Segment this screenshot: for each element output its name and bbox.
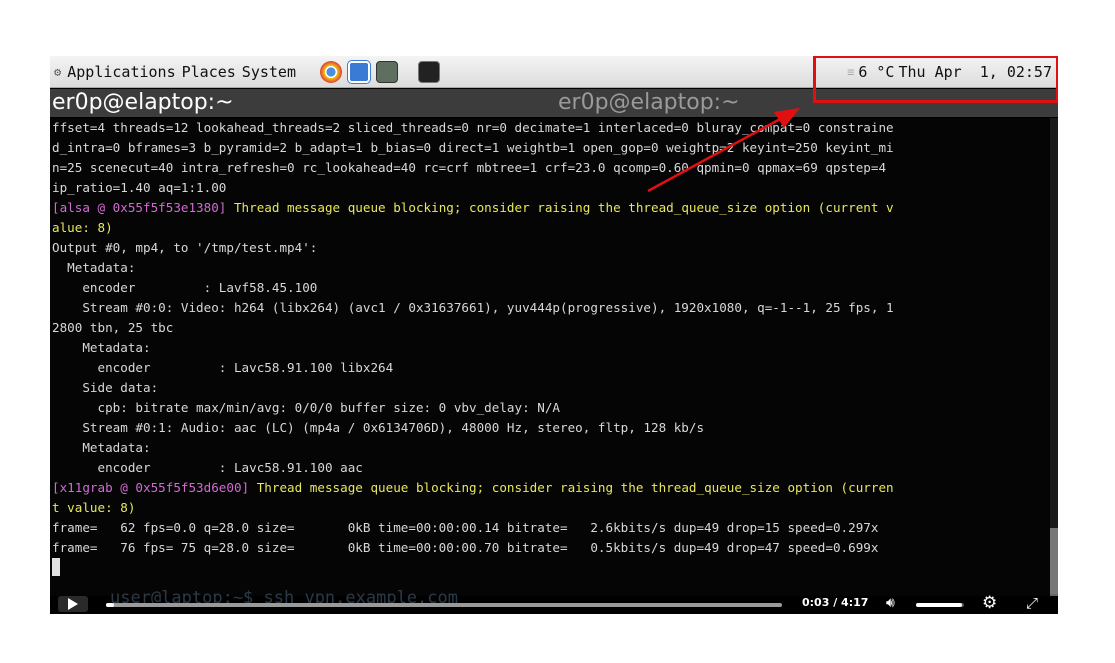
terminal-line: [alsa @ 0x55f5f53e1380] Thread message q…: [52, 198, 1058, 218]
top-panel: ⚙ Applications Places System ≡ 6 °C Thu …: [50, 56, 1058, 88]
terminal-line: alue: 8): [52, 218, 1058, 238]
play-button[interactable]: [58, 596, 88, 612]
terminal-line: frame= 62 fps=0.0 q=28.0 size= 0kB time=…: [52, 518, 1058, 538]
terminal-line-text: Side data:: [52, 380, 159, 395]
terminal-line: Side data:: [52, 378, 1058, 398]
calculator-icon[interactable]: [376, 61, 398, 83]
tab-terminal-2[interactable]: er0p@elaptop:~: [558, 89, 740, 117]
panel-launchers: [320, 61, 440, 83]
menu-applications[interactable]: Applications: [67, 63, 175, 81]
terminal-line: d_intra=0 bframes=3 b_pyramid=2 b_adapt=…: [52, 138, 1058, 158]
terminal-line-text: frame= 62 fps=0.0 q=28.0 size= 0kB time=…: [52, 520, 879, 535]
progress-bar[interactable]: [106, 603, 782, 607]
terminal-line: Metadata:: [52, 258, 1058, 278]
clock[interactable]: Thu Apr 1, 02:57: [898, 63, 1052, 81]
terminal-line: 2800 tbn, 25 tbc: [52, 318, 1058, 338]
terminal-line: Output #0, mp4, to '/tmp/test.mp4':: [52, 238, 1058, 258]
terminal-line: frame= 76 fps= 75 q=28.0 size= 0kB time=…: [52, 538, 1058, 558]
video-player-controls: user@laptop:~$ ssh vpn.example.com 0:03 …: [50, 588, 1058, 614]
volume-slider[interactable]: [916, 603, 964, 607]
terminal-prompt-line: [52, 558, 1058, 578]
terminal-line: cpb: bitrate max/min/avg: 0/0/0 buffer s…: [52, 398, 1058, 418]
panel-tray: ≡ 6 °C Thu Apr 1, 02:57: [847, 63, 1052, 81]
terminal-line-text: Metadata:: [52, 260, 136, 275]
terminal-line-text: cpb: bitrate max/min/avg: 0/0/0 buffer s…: [52, 400, 560, 415]
terminal-line: Stream #0:1: Audio: aac (LC) (mp4a / 0x6…: [52, 418, 1058, 438]
terminal-line: encoder : Lavf58.45.100: [52, 278, 1058, 298]
time-readout: 0:03 / 4:17: [802, 596, 869, 609]
terminal-icon[interactable]: [418, 61, 440, 83]
terminal-output[interactable]: ffset=4 threads=12 lookahead_threads=2 s…: [50, 118, 1058, 596]
terminal-line-text: Metadata:: [52, 340, 151, 355]
terminal-line: Metadata:: [52, 438, 1058, 458]
terminal-line-text: encoder : Lavc58.91.100 aac: [52, 460, 363, 475]
terminal-line: ffset=4 threads=12 lookahead_threads=2 s…: [52, 118, 1058, 138]
terminal-line: encoder : Lavc58.91.100 aac: [52, 458, 1058, 478]
terminal-line-text: Stream #0:1: Audio: aac (LC) (mp4a / 0x6…: [52, 420, 705, 435]
terminal-line-text: 2800 tbn, 25 tbc: [52, 320, 174, 335]
menu-places[interactable]: Places: [182, 63, 236, 81]
terminal-line-text: frame= 76 fps= 75 q=28.0 size= 0kB time=…: [52, 540, 879, 555]
terminal-line: t value: 8): [52, 498, 1058, 518]
progress-fill: [106, 603, 115, 607]
terminal-line-text: Stream #0:0: Video: h264 (libx264) (avc1…: [52, 300, 894, 315]
menu-system[interactable]: System: [242, 63, 296, 81]
tab-terminal-1[interactable]: er0p@elaptop:~: [52, 89, 234, 117]
volume-fill: [916, 603, 962, 607]
video-frame[interactable]: ⚙ Applications Places System ≡ 6 °C Thu …: [50, 56, 1058, 614]
terminal-line-text: Thread message queue blocking; consider …: [249, 480, 894, 495]
terminal-line: [x11grab @ 0x55f5f53d6e00] Thread messag…: [52, 478, 1058, 498]
settings-gear-icon[interactable]: ⚙: [982, 593, 997, 613]
fullscreen-icon[interactable]: ⤢: [1026, 594, 1038, 612]
terminal-line-text: ip_ratio=1.40 aq=1:1.00: [52, 180, 227, 195]
chrome-icon[interactable]: [320, 61, 342, 83]
terminal-line-text: ffset=4 threads=12 lookahead_threads=2 s…: [52, 120, 894, 135]
panel-menus: ⚙ Applications Places System: [54, 63, 296, 81]
scrollbar-thumb[interactable]: [1050, 528, 1058, 596]
terminal-line-text: Thread message queue blocking; consider …: [226, 200, 894, 215]
terminal-line: Metadata:: [52, 338, 1058, 358]
weather-icon: ≡: [847, 65, 855, 79]
log-context-prefix: [x11grab @ 0x55f5f53d6e00]: [52, 480, 250, 495]
log-context-prefix: [alsa @ 0x55f5f53e1380]: [52, 200, 227, 215]
terminal-line: Stream #0:0: Video: h264 (libx264) (avc1…: [52, 298, 1058, 318]
terminal-scrollbar[interactable]: [1050, 118, 1058, 596]
terminal-tab-bar: er0p@elaptop:~ er0p@elaptop:~: [50, 89, 1058, 117]
chat-icon[interactable]: [348, 61, 370, 83]
foot-menu-icon: ⚙: [54, 65, 62, 79]
terminal-line-text: Metadata:: [52, 440, 151, 455]
terminal-line-text: t value: 8): [52, 500, 136, 515]
terminal-line-text: Output #0, mp4, to '/tmp/test.mp4':: [52, 240, 318, 255]
temperature-readout[interactable]: 6 °C: [858, 63, 894, 81]
terminal-line-text: encoder : Lavc58.91.100 libx264: [52, 360, 394, 375]
terminal-line-text: alue: 8): [52, 220, 113, 235]
terminal-line: n=25 scenecut=40 intra_refresh=0 rc_look…: [52, 158, 1058, 178]
terminal-line-text: d_intra=0 bframes=3 b_pyramid=2 b_adapt=…: [52, 140, 894, 155]
terminal-line: ip_ratio=1.40 aq=1:1.00: [52, 178, 1058, 198]
terminal-line-text: encoder : Lavf58.45.100: [52, 280, 318, 295]
terminal-line: encoder : Lavc58.91.100 libx264: [52, 358, 1058, 378]
volume-icon[interactable]: 🔊︎: [886, 595, 895, 611]
terminal-cursor: [52, 558, 60, 576]
terminal-line-text: n=25 scenecut=40 intra_refresh=0 rc_look…: [52, 160, 887, 175]
